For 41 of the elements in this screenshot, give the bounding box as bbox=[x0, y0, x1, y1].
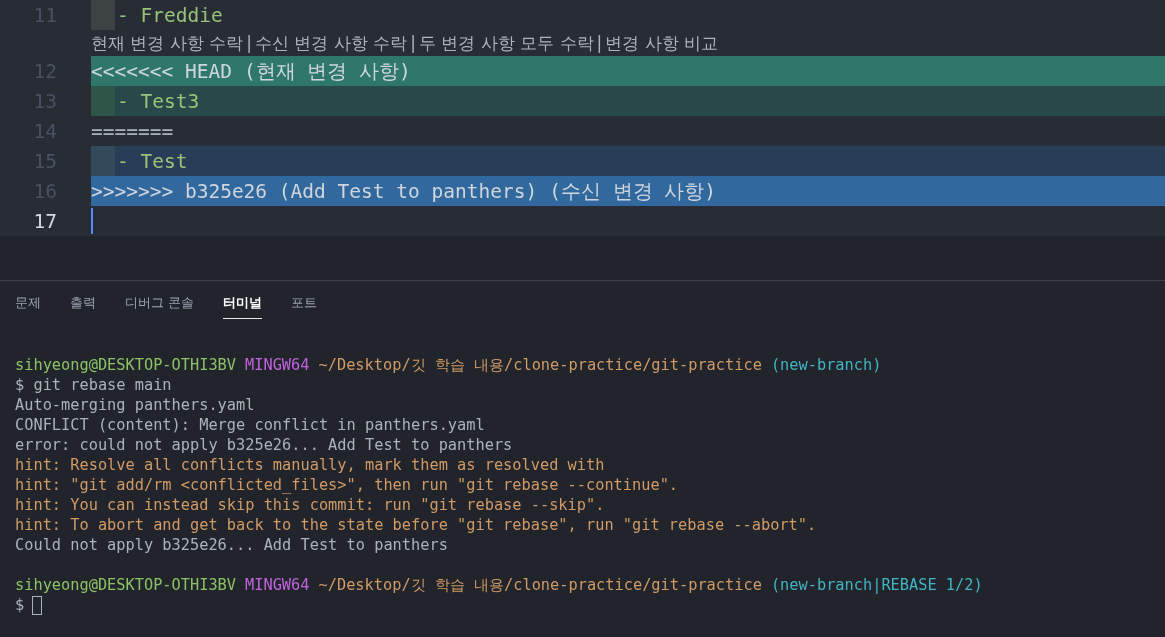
terminal-cursor bbox=[32, 595, 43, 615]
terminal-text: Auto-merging panthers.yaml bbox=[15, 395, 255, 415]
terminal-text: MINGW64 bbox=[245, 575, 310, 595]
panel-tab[interactable]: 디버그 콘솔 bbox=[125, 285, 195, 319]
codelens-link[interactable]: 두 변경 사항 모두 수락 bbox=[418, 31, 594, 55]
panel-tab[interactable]: 출력 bbox=[70, 285, 96, 319]
panel-tab[interactable]: 터미널 bbox=[223, 285, 263, 319]
terminal-text: ~/Desktop/깃 학습 내용/clone-practice/git-practice bbox=[318, 355, 762, 375]
code-text: - Freddie bbox=[117, 3, 223, 27]
terminal-text: (new-branch|REBASE 1/2) bbox=[770, 575, 983, 595]
terminal-text: hint: Resolve all conflicts manually, mark them as resolved with bbox=[15, 455, 605, 475]
text-cursor bbox=[91, 208, 93, 234]
line-number: 17 bbox=[32, 209, 57, 233]
codelens-link[interactable]: 현재 변경 사항 수락 bbox=[91, 31, 244, 55]
marker-label: (현재 변경 사항) bbox=[243, 58, 411, 85]
terminal-text: $ bbox=[15, 595, 25, 615]
terminal-text: hint: You can instead skip this commit: run "git rebase --skip". bbox=[15, 495, 605, 515]
separator: | bbox=[410, 33, 416, 53]
marker-label: (수신 변경 사항) bbox=[549, 178, 717, 205]
code-text: - Test3 bbox=[117, 89, 200, 113]
code-text: ======= bbox=[91, 119, 174, 143]
terminal-text: sihyeong@DESKTOP-OTHI3BV bbox=[15, 575, 237, 595]
terminal-text: error: could not apply b325e26... Add Test to panthers bbox=[15, 435, 513, 455]
terminal-text: ~/Desktop/깃 학습 내용/clone-practice/git-practice bbox=[318, 575, 762, 595]
terminal-text: Could not apply b325e26... Add Test to panthers bbox=[15, 535, 448, 555]
panel-tab[interactable]: 문제 bbox=[15, 285, 41, 319]
panel-tab[interactable]: 포트 bbox=[291, 285, 318, 319]
terminal-text: (new-branch) bbox=[770, 355, 882, 375]
codelens-link[interactable]: 변경 사항 비교 bbox=[605, 31, 719, 55]
code-text: <<<<<<< HEAD bbox=[91, 59, 232, 83]
terminal-text: MINGW64 bbox=[245, 355, 310, 375]
terminal-text: sihyeong@DESKTOP-OTHI3BV bbox=[15, 355, 237, 375]
separator: | bbox=[596, 33, 603, 53]
terminal-text: CONFLICT (content): Merge conflict in panthers.yaml bbox=[15, 415, 485, 435]
terminal-text: hint: "git add/rm <conflicted_files>", then run "git rebase --continue". bbox=[15, 475, 679, 495]
terminal-text: $ git rebase main bbox=[15, 375, 172, 395]
separator: | bbox=[246, 33, 252, 53]
codelens-link[interactable]: 수신 변경 사항 수락 bbox=[254, 31, 408, 55]
code-text: - Test bbox=[117, 149, 188, 173]
code-text: >>>>>>> b325e26 (Add Test to panthers) bbox=[91, 179, 538, 203]
terminal-text: hint: To abort and get back to the state before "git rebase", run "git rebase --abort". bbox=[15, 515, 817, 535]
